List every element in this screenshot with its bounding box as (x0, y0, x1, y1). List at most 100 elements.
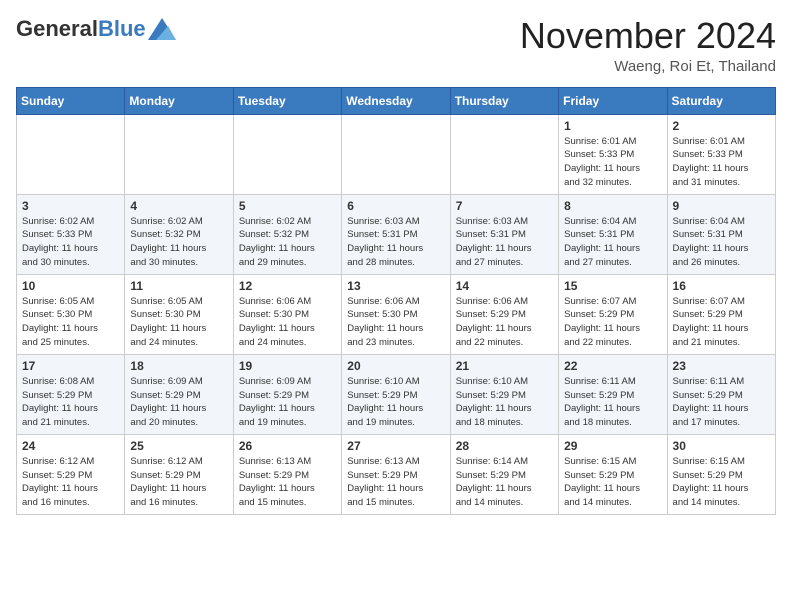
day-number: 1 (564, 119, 661, 133)
day-number: 4 (130, 199, 227, 213)
day-info: Sunrise: 6:11 AM Sunset: 5:29 PM Dayligh… (673, 375, 770, 430)
day-info: Sunrise: 6:02 AM Sunset: 5:33 PM Dayligh… (22, 215, 119, 270)
day-number: 30 (673, 439, 770, 453)
day-number: 26 (239, 439, 336, 453)
calendar-cell: 13 Sunrise: 6:06 AM Sunset: 5:30 PM Dayli… (342, 274, 450, 354)
logo-icon (148, 18, 176, 40)
calendar-cell (342, 114, 450, 194)
day-info: Sunrise: 6:09 AM Sunset: 5:29 PM Dayligh… (239, 375, 336, 430)
calendar-cell (17, 114, 125, 194)
calendar-cell: 29 Sunrise: 6:15 AM Sunset: 5:29 PM Dayli… (559, 434, 667, 514)
calendar-cell: 26 Sunrise: 6:13 AM Sunset: 5:29 PM Dayli… (233, 434, 341, 514)
weekday-header-thursday: Thursday (450, 87, 558, 114)
weekday-header-wednesday: Wednesday (342, 87, 450, 114)
week-row-4: 17 Sunrise: 6:08 AM Sunset: 5:29 PM Dayli… (17, 354, 776, 434)
calendar-cell: 14Sunrise: 6:06 AM Sunset: 5:29 PM Dayli… (450, 274, 558, 354)
calendar-cell: 27 Sunrise: 6:13 AM Sunset: 5:29 PM Dayli… (342, 434, 450, 514)
day-info: Sunrise: 6:01 AM Sunset: 5:33 PM Dayligh… (673, 135, 770, 190)
logo-area: GeneralBlue (16, 16, 176, 42)
day-number: 24 (22, 439, 119, 453)
calendar-cell: 22 Sunrise: 6:11 AM Sunset: 5:29 PM Dayli… (559, 354, 667, 434)
month-title: November 2024 (520, 16, 776, 56)
day-number: 10 (22, 279, 119, 293)
calendar-cell: 28Sunrise: 6:14 AM Sunset: 5:29 PM Dayli… (450, 434, 558, 514)
weekday-header-row: SundayMondayTuesdayWednesdayThursdayFrid… (17, 87, 776, 114)
weekday-header-sunday: Sunday (17, 87, 125, 114)
day-number: 6 (347, 199, 444, 213)
calendar-cell: 4 Sunrise: 6:02 AM Sunset: 5:32 PM Daylig… (125, 194, 233, 274)
calendar-cell: 19 Sunrise: 6:09 AM Sunset: 5:29 PM Dayli… (233, 354, 341, 434)
day-info: Sunrise: 6:14 AM Sunset: 5:29 PM Dayligh… (456, 455, 553, 510)
day-info: Sunrise: 6:07 AM Sunset: 5:29 PM Dayligh… (564, 295, 661, 350)
calendar-cell: 17 Sunrise: 6:08 AM Sunset: 5:29 PM Dayli… (17, 354, 125, 434)
calendar-cell: 18 Sunrise: 6:09 AM Sunset: 5:29 PM Dayli… (125, 354, 233, 434)
day-number: 25 (130, 439, 227, 453)
day-info: Sunrise: 6:02 AM Sunset: 5:32 PM Dayligh… (130, 215, 227, 270)
day-info: Sunrise: 6:04 AM Sunset: 5:31 PM Dayligh… (564, 215, 661, 270)
day-number: 27 (347, 439, 444, 453)
day-info: Sunrise: 6:05 AM Sunset: 5:30 PM Dayligh… (130, 295, 227, 350)
day-info: Sunrise: 6:13 AM Sunset: 5:29 PM Dayligh… (347, 455, 444, 510)
day-info: Sunrise: 6:07 AM Sunset: 5:29 PM Dayligh… (673, 295, 770, 350)
day-number: 13 (347, 279, 444, 293)
day-number: 29 (564, 439, 661, 453)
day-info: Sunrise: 6:04 AM Sunset: 5:31 PM Dayligh… (673, 215, 770, 270)
location-subtitle: Waeng, Roi Et, Thailand (520, 58, 776, 75)
calendar-cell: 24 Sunrise: 6:12 AM Sunset: 5:29 PM Dayli… (17, 434, 125, 514)
day-number: 2 (673, 119, 770, 133)
calendar-cell: 16 Sunrise: 6:07 AM Sunset: 5:29 PM Dayli… (667, 274, 775, 354)
day-number: 23 (673, 359, 770, 373)
day-number: 12 (239, 279, 336, 293)
day-info: Sunrise: 6:09 AM Sunset: 5:29 PM Dayligh… (130, 375, 227, 430)
logo-general-text: GeneralBlue (16, 16, 146, 42)
weekday-header-saturday: Saturday (667, 87, 775, 114)
calendar-cell: 1Sunrise: 6:01 AM Sunset: 5:33 PM Daylig… (559, 114, 667, 194)
calendar-cell: 2 Sunrise: 6:01 AM Sunset: 5:33 PM Daylig… (667, 114, 775, 194)
calendar-table: SundayMondayTuesdayWednesdayThursdayFrid… (16, 87, 776, 515)
week-row-2: 3 Sunrise: 6:02 AM Sunset: 5:33 PM Daylig… (17, 194, 776, 274)
calendar-cell: 25 Sunrise: 6:12 AM Sunset: 5:29 PM Dayli… (125, 434, 233, 514)
day-info: Sunrise: 6:12 AM Sunset: 5:29 PM Dayligh… (22, 455, 119, 510)
day-number: 7 (456, 199, 553, 213)
day-info: Sunrise: 6:15 AM Sunset: 5:29 PM Dayligh… (564, 455, 661, 510)
day-number: 18 (130, 359, 227, 373)
day-number: 8 (564, 199, 661, 213)
day-info: Sunrise: 6:02 AM Sunset: 5:32 PM Dayligh… (239, 215, 336, 270)
calendar-cell: 7 Sunrise: 6:03 AM Sunset: 5:31 PM Daylig… (450, 194, 558, 274)
day-number: 5 (239, 199, 336, 213)
day-info: Sunrise: 6:06 AM Sunset: 5:29 PM Dayligh… (456, 295, 553, 350)
calendar-cell (450, 114, 558, 194)
calendar-cell: 15 Sunrise: 6:07 AM Sunset: 5:29 PM Dayli… (559, 274, 667, 354)
weekday-header-monday: Monday (125, 87, 233, 114)
calendar-cell: 10 Sunrise: 6:05 AM Sunset: 5:30 PM Dayli… (17, 274, 125, 354)
calendar-cell: 11Sunrise: 6:05 AM Sunset: 5:30 PM Dayli… (125, 274, 233, 354)
title-area: November 2024 Waeng, Roi Et, Thailand (520, 16, 776, 75)
calendar-cell (233, 114, 341, 194)
day-info: Sunrise: 6:08 AM Sunset: 5:29 PM Dayligh… (22, 375, 119, 430)
day-number: 16 (673, 279, 770, 293)
calendar-cell: 5 Sunrise: 6:02 AM Sunset: 5:32 PM Daylig… (233, 194, 341, 274)
day-number: 19 (239, 359, 336, 373)
day-info: Sunrise: 6:12 AM Sunset: 5:29 PM Dayligh… (130, 455, 227, 510)
day-number: 3 (22, 199, 119, 213)
day-number: 22 (564, 359, 661, 373)
week-row-1: 1 Sunrise: 6:01 AM Sunset: 5:33 PM Daylig… (17, 114, 776, 194)
day-info: Sunrise: 6:13 AM Sunset: 5:29 PM Dayligh… (239, 455, 336, 510)
day-info: Sunrise: 6:15 AM Sunset: 5:29 PM Dayligh… (673, 455, 770, 510)
day-info: Sunrise: 6:03 AM Sunset: 5:31 PM Dayligh… (347, 215, 444, 270)
day-number: 17 (22, 359, 119, 373)
day-info: Sunrise: 6:06 AM Sunset: 5:30 PM Dayligh… (347, 295, 444, 350)
day-info: Sunrise: 6:10 AM Sunset: 5:29 PM Dayligh… (347, 375, 444, 430)
day-info: Sunrise: 6:10 AM Sunset: 5:29 PM Dayligh… (456, 375, 553, 430)
day-info: Sunrise: 6:06 AM Sunset: 5:30 PM Dayligh… (239, 295, 336, 350)
calendar-cell: 6 Sunrise: 6:03 AM Sunset: 5:31 PM Daylig… (342, 194, 450, 274)
day-info: Sunrise: 6:03 AM Sunset: 5:31 PM Dayligh… (456, 215, 553, 270)
calendar-cell: 30 Sunrise: 6:15 AM Sunset: 5:29 PM Dayli… (667, 434, 775, 514)
calendar-cell: 20Sunrise: 6:10 AM Sunset: 5:29 PM Dayli… (342, 354, 450, 434)
day-info: Sunrise: 6:11 AM Sunset: 5:29 PM Dayligh… (564, 375, 661, 430)
calendar-cell: 23 Sunrise: 6:11 AM Sunset: 5:29 PM Dayli… (667, 354, 775, 434)
day-number: 15 (564, 279, 661, 293)
day-info: Sunrise: 6:05 AM Sunset: 5:30 PM Dayligh… (22, 295, 119, 350)
day-number: 9 (673, 199, 770, 213)
week-row-3: 10 Sunrise: 6:05 AM Sunset: 5:30 PM Dayli… (17, 274, 776, 354)
